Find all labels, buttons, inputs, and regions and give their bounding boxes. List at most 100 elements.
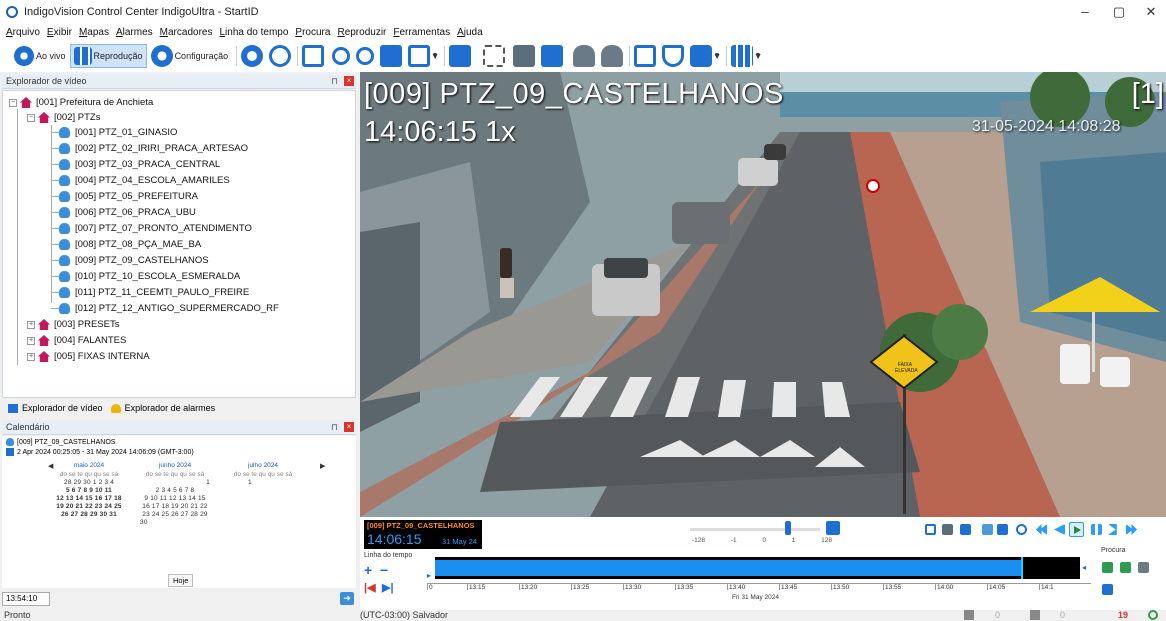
playhead[interactable] (1021, 557, 1023, 579)
add-clip-icon[interactable] (408, 45, 431, 67)
export-icon[interactable] (380, 45, 403, 67)
save-clip-icon[interactable] (634, 45, 657, 67)
grid-save-icon[interactable] (997, 524, 1008, 535)
tree-node-camera[interactable]: [003] PTZ_03_PRACA_CENTRAL (59, 157, 220, 172)
tab-alarm-explorer[interactable]: Explorador de alarmes (110, 403, 215, 413)
tree-node-root[interactable]: − [001] Prefeitura de Anchieta (9, 95, 153, 110)
layout-icon[interactable] (449, 45, 472, 67)
week-row[interactable]: 28 29 30 1 2 3 4 (54, 479, 124, 487)
menu-ferramentas[interactable]: Ferramentas (393, 27, 450, 38)
search-icon[interactable] (332, 47, 351, 65)
search-grid-icon[interactable] (1102, 584, 1113, 595)
live-button[interactable]: Ao vivo (14, 46, 66, 66)
video-viewport[interactable]: [009] PTZ_09_CASTELHANOS 14:06:15 1x [1]… (360, 72, 1166, 517)
week-row[interactable]: 23 24 25 26 27 28 29 (140, 511, 210, 519)
mark-in-icon[interactable]: |◀ (364, 581, 376, 594)
timeline-track[interactable] (435, 557, 1080, 579)
today-button[interactable]: Hoje (168, 574, 194, 587)
collapse-icon[interactable]: − (27, 113, 35, 122)
menu-procura[interactable]: Procura (295, 27, 330, 38)
dropdown-arrow-icon[interactable] (714, 53, 721, 59)
expand-icon[interactable]: + (27, 352, 35, 361)
maximize-button[interactable]: ▢ (1102, 0, 1136, 24)
bell-icon[interactable] (573, 45, 596, 67)
help-icon[interactable] (269, 45, 292, 67)
tree-node-camera[interactable]: [009] PTZ_09_CASTELHANOS (59, 253, 209, 268)
tree-node-camera[interactable]: [006] PTZ_06_PRACA_UBU (59, 205, 196, 220)
week-row[interactable]: 16 17 18 19 20 21 22 (140, 503, 210, 511)
menu-exibir[interactable]: Exibir (47, 27, 72, 38)
timeline-scroll-right-icon[interactable]: ◂ (1082, 563, 1086, 572)
motion-search-icon[interactable] (1102, 562, 1113, 573)
link-icon[interactable] (1016, 524, 1027, 535)
menu-alarmes[interactable]: Alarmes (116, 27, 153, 38)
tree-node-camera[interactable]: [012] PTZ_12_ANTIGO_SUPERMERCADO_RF (59, 301, 279, 316)
week-row[interactable]: 5 6 7 8 9 10 11 (54, 487, 124, 495)
play-button[interactable] (1069, 522, 1084, 537)
people-search-icon[interactable] (1138, 562, 1149, 573)
tree-node-fixas-interna[interactable]: + [005] FIXAS INTERNA (27, 349, 150, 364)
tree-node-camera[interactable]: [005] PTZ_05_PREFEITURA (59, 189, 198, 204)
pin-icon[interactable]: ⊓ (331, 420, 338, 435)
next-month-arrow-icon[interactable]: ▶ (320, 462, 325, 470)
collapse-icon[interactable]: − (9, 98, 17, 107)
zoom-out-icon[interactable]: − (380, 562, 388, 578)
step-forward-icon[interactable] (1108, 524, 1117, 535)
dropdown-arrow-icon[interactable] (755, 53, 762, 59)
clear-search-icon[interactable] (356, 47, 375, 65)
menu-ajuda[interactable]: Ajuda (457, 27, 483, 38)
tree-node-falantes[interactable]: + [004] FALANTES (27, 333, 126, 348)
fast-forward-icon[interactable] (1126, 524, 1137, 535)
expand-icon[interactable]: + (27, 320, 35, 329)
area-search-icon[interactable] (1120, 562, 1131, 573)
menu-linha-do-tempo[interactable]: Linha do tempo (219, 27, 288, 38)
reverse-play-icon[interactable] (1054, 524, 1065, 535)
minimize-button[interactable]: – (1068, 0, 1102, 24)
playback-button[interactable]: Reprodução (69, 44, 147, 68)
snapshot-grid-icon[interactable] (513, 45, 536, 67)
week-row[interactable]: 1 (228, 479, 298, 487)
bookmark-icon[interactable] (960, 524, 971, 535)
zoom-area-icon[interactable] (483, 45, 506, 67)
week-row[interactable]: 1 (140, 479, 210, 487)
menu-arquivo[interactable]: Arquivo (6, 27, 40, 38)
menu-reproduzir[interactable]: Reproduzir (337, 27, 386, 38)
close-panel-icon[interactable]: × (344, 76, 354, 86)
dropdown-arrow-icon[interactable] (432, 53, 439, 59)
tree-node-camera[interactable]: [011] PTZ_11_CEEMTI_PAULO_FREIRE (59, 285, 249, 300)
prev-month-arrow-icon[interactable]: ◀ (48, 462, 53, 470)
tree-node-presets[interactable]: + [003] PRESETs (27, 317, 119, 332)
stop-grid-icon[interactable] (541, 45, 564, 67)
tree-node-camera[interactable]: [004] PTZ_04_ESCOLA_AMARILES (59, 173, 230, 188)
timeline-scroll-left-icon[interactable]: ▸ (427, 571, 431, 580)
config-button[interactable]: Configuração (150, 45, 228, 67)
week-row[interactable]: 26 27 28 29 30 31 (54, 511, 124, 519)
tab-video-explorer[interactable]: Explorador de vídeo (8, 403, 103, 413)
week-row[interactable]: 2 3 4 5 6 7 8 (140, 487, 210, 495)
week-row[interactable]: 30 (140, 519, 210, 527)
rewind-icon[interactable] (1036, 524, 1047, 535)
speed-slider[interactable] (690, 528, 820, 531)
expand-icon[interactable]: + (27, 336, 35, 345)
camera-icon[interactable] (690, 45, 713, 67)
speed-slider-thumb[interactable] (785, 521, 791, 535)
tree-node-camera[interactable]: [010] PTZ_10_ESCOLA_ESMERALDA (59, 269, 240, 284)
time-input[interactable]: 13:54:10 (2, 592, 50, 606)
fullscreen-icon[interactable] (302, 45, 325, 67)
export-frame-icon[interactable] (942, 524, 953, 535)
grid-layout-icon[interactable] (731, 45, 754, 67)
week-row[interactable]: 19 20 21 22 23 24 25 (54, 503, 124, 511)
grid-snapshot-icon[interactable] (982, 524, 993, 535)
menu-mapas[interactable]: Mapas (79, 27, 109, 38)
zoom-in-icon[interactable]: + (364, 562, 372, 578)
week-row[interactable]: 9 10 11 12 13 14 15 (140, 495, 210, 503)
go-arrow-icon[interactable]: ➜ (340, 592, 354, 605)
tree-node-camera[interactable]: [008] PTZ_08_PÇA_MAE_BA (59, 237, 201, 252)
pause-icon[interactable] (1091, 524, 1102, 535)
week-row[interactable]: 12 13 14 15 16 17 18 (54, 495, 124, 503)
mark-out-icon[interactable]: ▶| (382, 581, 394, 594)
tree-node-ptzs[interactable]: − [002] PTZs (27, 110, 100, 125)
shield-icon[interactable] (662, 45, 685, 67)
close-panel-icon[interactable]: × (344, 422, 354, 432)
lock-icon[interactable] (826, 521, 840, 535)
